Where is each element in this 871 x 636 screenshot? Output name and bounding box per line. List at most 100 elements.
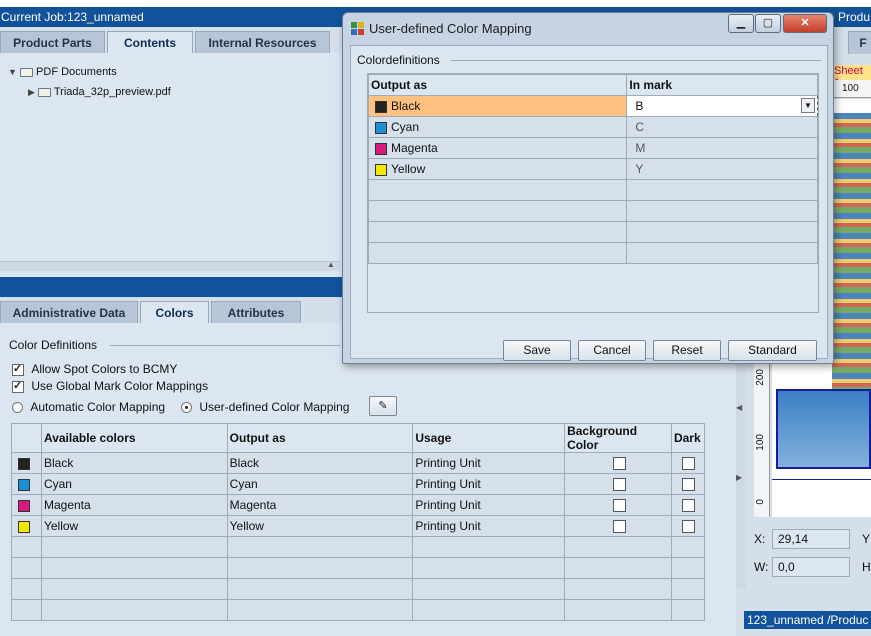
swatch-cell xyxy=(11,578,42,600)
background-color-checkbox[interactable] xyxy=(612,519,626,533)
tab-product-parts[interactable]: Product Parts xyxy=(0,31,105,54)
mapping-row[interactable]: Magenta M xyxy=(367,137,818,159)
tab-right[interactable]: F xyxy=(848,31,871,54)
column-header-in-mark[interactable]: In mark xyxy=(626,74,818,96)
mapping-row[interactable] xyxy=(367,200,818,222)
tree-node-pdf-documents[interactable]: ▼ PDF Documents xyxy=(8,66,117,78)
save-button[interactable]: Save xyxy=(503,340,571,361)
background-color-checkbox[interactable] xyxy=(612,498,626,512)
close-button[interactable]: ✕ xyxy=(783,14,827,33)
expand-arrow-icon[interactable]: ▼ xyxy=(8,67,17,77)
splitter-left-arrow-icon[interactable]: ◀ xyxy=(736,403,742,412)
tree-node-pdf-file[interactable]: ▶ Triada_32p_preview.pdf xyxy=(28,86,171,98)
mapping-row[interactable] xyxy=(367,242,818,264)
table-row[interactable]: Yellow Yellow Printing Unit xyxy=(11,515,706,537)
table-row[interactable] xyxy=(11,578,706,600)
use-global-checkbox[interactable] xyxy=(12,379,24,393)
collapse-arrow-icon[interactable]: ▶ xyxy=(28,87,35,97)
column-header-output[interactable]: Output as xyxy=(226,423,414,453)
mapping-row[interactable]: Yellow Y xyxy=(367,158,818,180)
mapping-mark-cell[interactable]: C xyxy=(626,116,818,138)
edit-mapping-button[interactable]: ✎ xyxy=(369,396,397,416)
color-mapping-dialog: User-defined Color Mapping ▁ ▢ ✕ Colorde… xyxy=(342,12,834,364)
background-color-cell xyxy=(564,494,672,516)
maximize-button[interactable]: ▢ xyxy=(755,14,781,33)
tab-attributes[interactable]: Attributes xyxy=(211,301,301,324)
color-definitions-title: Color Definitions xyxy=(9,338,98,352)
output-as-cell[interactable]: Magenta xyxy=(226,494,414,516)
dark-checkbox[interactable] xyxy=(682,477,696,491)
output-as-cell[interactable]: Cyan xyxy=(226,473,414,495)
output-as-cell[interactable]: Yellow xyxy=(226,515,414,537)
mapping-mark-cell[interactable]: B ▼ xyxy=(626,95,818,117)
reset-label: Reset xyxy=(671,343,703,357)
splitter-arrow-icon[interactable]: ▲ xyxy=(327,260,335,269)
mapping-mark-cell[interactable]: M xyxy=(626,137,818,159)
splitter-handle[interactable]: ▲ xyxy=(0,260,340,271)
mapping-mark-cell[interactable]: Y xyxy=(626,158,818,180)
column-header-available[interactable]: Available colors xyxy=(40,423,228,453)
use-global-row[interactable]: Use Global Mark Color Mappings xyxy=(12,379,208,393)
background-color-cell xyxy=(564,599,672,621)
automatic-mapping-radio[interactable] xyxy=(12,402,23,414)
mark-value: C xyxy=(635,120,645,134)
usage-cell: Printing Unit xyxy=(412,515,566,537)
folder-icon xyxy=(19,67,33,77)
background-color-checkbox[interactable] xyxy=(612,477,626,491)
group-rule xyxy=(451,60,821,61)
table-row[interactable] xyxy=(11,536,706,558)
tab-administrative-data[interactable]: Administrative Data xyxy=(0,301,138,324)
mapping-mark-cell[interactable] xyxy=(626,179,818,201)
sheet-page-selected[interactable] xyxy=(776,389,871,469)
output-as-cell[interactable]: Black xyxy=(226,452,414,474)
reset-button[interactable]: Reset xyxy=(653,340,721,361)
minimize-button[interactable]: ▁ xyxy=(728,14,754,33)
x-field[interactable]: 29,14 xyxy=(772,529,850,549)
swatch-cell xyxy=(11,515,42,537)
mapping-mark-cell[interactable] xyxy=(626,221,818,243)
dark-checkbox[interactable] xyxy=(682,498,696,512)
table-row[interactable] xyxy=(11,557,706,579)
column-header-usage[interactable]: Usage xyxy=(412,423,566,453)
background-color-cell xyxy=(564,515,672,537)
tab-contents[interactable]: Contents xyxy=(107,31,193,55)
allow-spot-checkbox[interactable] xyxy=(12,362,24,376)
splitter-right-arrow-icon[interactable]: ▶ xyxy=(736,473,742,482)
w-field[interactable]: 0,0 xyxy=(772,557,850,577)
column-header-background[interactable]: Background Color xyxy=(564,423,672,453)
mapping-mark-cell[interactable] xyxy=(626,200,818,222)
column-header-output-as[interactable]: Output as xyxy=(367,74,628,96)
automatic-mapping-row[interactable]: Automatic Color Mapping xyxy=(12,400,165,414)
mapping-output-label: Yellow xyxy=(391,162,426,176)
user-defined-mapping-label: User-defined Color Mapping xyxy=(199,400,350,414)
mapping-row[interactable]: Cyan C xyxy=(367,116,818,138)
tab-internal-resources[interactable]: Internal Resources xyxy=(195,31,330,54)
dark-checkbox[interactable] xyxy=(682,519,696,533)
table-row[interactable] xyxy=(11,599,706,621)
sheet-baseline xyxy=(772,479,871,480)
dark-cell xyxy=(670,557,706,579)
table-row[interactable]: Cyan Cyan Printing Unit xyxy=(11,473,706,495)
user-defined-mapping-radio[interactable] xyxy=(181,402,192,414)
mapping-row[interactable]: Black B ▼ xyxy=(367,95,818,117)
background-color-checkbox[interactable] xyxy=(612,456,626,470)
x-label: X: xyxy=(754,532,766,546)
table-row[interactable]: Magenta Magenta Printing Unit xyxy=(11,494,706,516)
mapping-output-cell xyxy=(367,221,628,243)
mapping-mark-cell[interactable] xyxy=(626,242,818,264)
table-row[interactable]: Black Black Printing Unit xyxy=(11,452,706,474)
allow-spot-row[interactable]: Allow Spot Colors to BCMY xyxy=(12,362,177,376)
tab-colors[interactable]: Colors xyxy=(140,301,209,325)
mapping-row[interactable] xyxy=(367,221,818,243)
mapping-row[interactable] xyxy=(367,179,818,201)
dropdown-arrow-icon[interactable]: ▼ xyxy=(801,98,815,113)
contents-tree-panel: ▼ PDF Documents ▶ Triada_32p_preview.pdf xyxy=(0,53,340,261)
column-header-dark[interactable]: Dark xyxy=(670,423,706,453)
cancel-button[interactable]: Cancel xyxy=(578,340,646,361)
cancel-label: Cancel xyxy=(593,343,631,357)
standard-label: Standard xyxy=(748,343,797,357)
edit-icon: ✎ xyxy=(378,400,388,412)
dark-checkbox[interactable] xyxy=(682,456,696,470)
user-defined-mapping-row[interactable]: User-defined Color Mapping xyxy=(181,400,349,414)
standard-button[interactable]: Standard xyxy=(728,340,817,361)
